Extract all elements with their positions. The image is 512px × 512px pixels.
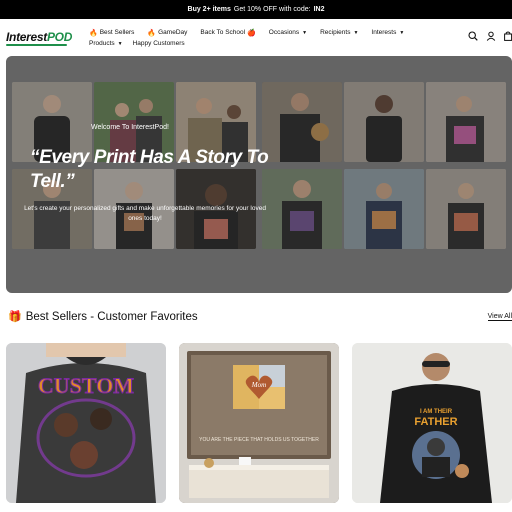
- fire-icon: 🔥: [89, 29, 98, 37]
- main-nav: 🔥 Best Sellers 🔥 GameDay Back To School …: [89, 27, 459, 49]
- nav-back-to-school[interactable]: Back To School 🍎: [200, 29, 255, 37]
- nav-interests-label: Interests: [371, 29, 397, 36]
- chevron-down-icon: ▼: [399, 29, 405, 36]
- fire-icon: 🔥: [147, 29, 157, 37]
- product-image-text: FATHER: [414, 416, 457, 428]
- apple-icon: 🍎: [247, 29, 256, 37]
- product-image-text: I AM THEIR: [420, 409, 453, 415]
- nav-best-sellers-label: Best Sellers: [99, 29, 135, 36]
- best-sellers-heading: 🎁 Best Sellers - Customer Favorites: [8, 310, 198, 324]
- nav-happy-customers[interactable]: Happy Customers: [133, 40, 185, 47]
- product-image: I AM THEIR FATHER: [352, 343, 512, 503]
- product-image-text: Mom: [251, 381, 266, 389]
- hero-welcome: Welcome To InterestPod!: [91, 124, 169, 131]
- chevron-down-icon: ▼: [117, 40, 123, 47]
- announcement-text: Get 10% OFF with code:: [233, 6, 311, 13]
- logo-underline: [6, 44, 67, 46]
- nav-occasions-label: Occasions: [268, 29, 300, 36]
- logo-text-pod: POD: [46, 30, 73, 44]
- site-logo[interactable]: InterestPOD: [6, 30, 72, 44]
- nav-recipients[interactable]: Recipients ▼: [320, 29, 358, 36]
- announcement-bar: Buy 2+ items Get 10% OFF with code: IN2: [0, 0, 512, 19]
- nav-recipients-label: Recipients: [320, 29, 351, 36]
- product-image-text: YOU ARE THE PIECE THAT HOLDS US TOGETHER: [199, 437, 319, 443]
- gift-icon: 🎁: [8, 311, 22, 323]
- nav-gameday[interactable]: 🔥 GameDay: [147, 29, 187, 37]
- hero-banner[interactable]: Welcome To InterestPod! “Every Print Has…: [6, 56, 512, 293]
- nav-gameday-label: GameDay: [158, 29, 188, 36]
- hero-headline: “Every Print Has A Story To Tell.”: [30, 147, 269, 192]
- search-icon[interactable]: [468, 31, 478, 41]
- logo-text-interest: Interest: [6, 30, 47, 44]
- best-sellers-title: Best Sellers - Customer Favorites: [25, 310, 198, 323]
- hero-subline: Let's create your personalized gifts and…: [24, 205, 266, 222]
- chevron-down-icon: ▼: [353, 29, 359, 36]
- product-image: Mom YOU ARE THE PIECE THAT HOLDS US TOGE…: [179, 343, 339, 503]
- header-icons: [468, 31, 512, 41]
- nav-best-sellers[interactable]: 🔥 Best Sellers: [89, 29, 134, 37]
- nav-products[interactable]: Products ▼: [89, 40, 123, 47]
- product-card[interactable]: Mom YOU ARE THE PIECE THAT HOLDS US TOGE…: [179, 343, 339, 503]
- chevron-down-icon: ▼: [302, 29, 308, 36]
- nav-interests[interactable]: Interests ▼: [371, 29, 404, 36]
- product-card[interactable]: CUSTOM: [6, 343, 166, 503]
- announcement-bold: Buy 2+ items: [187, 6, 231, 13]
- cart-icon[interactable]: [504, 31, 512, 41]
- nav-occasions[interactable]: Occasions ▼: [269, 29, 307, 36]
- nav-back-to-school-label: Back To School: [200, 29, 246, 36]
- announcement-code: IN2: [313, 6, 325, 13]
- product-card[interactable]: I AM THEIR FATHER: [352, 343, 512, 503]
- nav-happy-customers-label: Happy Customers: [132, 40, 185, 47]
- product-image-text: CUSTOM: [38, 373, 134, 398]
- product-image: CUSTOM: [6, 343, 166, 503]
- view-all-link[interactable]: View All: [487, 313, 512, 321]
- site-header: InterestPOD 🔥 Best Sellers 🔥 GameDay Bac…: [0, 19, 512, 55]
- nav-products-label: Products: [89, 40, 115, 47]
- account-icon[interactable]: [486, 31, 496, 41]
